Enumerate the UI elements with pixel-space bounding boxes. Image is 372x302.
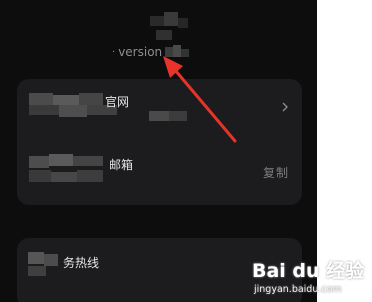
blurred-version-number <box>165 45 190 59</box>
version-label: version <box>118 45 163 59</box>
chevron-right-icon[interactable] <box>280 100 290 114</box>
watermark-brand-text: Bai du 经验 <box>252 260 365 282</box>
blurred-email-name <box>29 152 109 188</box>
email-row-label: 邮箱 <box>109 158 134 172</box>
baidu-watermark: Bai du 经验 jingyan.baidu.com <box>252 250 372 302</box>
copy-button[interactable]: 复制 <box>263 165 289 181</box>
app-version: · version <box>112 44 190 60</box>
watermark-url: jingyan.baidu.com <box>254 284 342 295</box>
watermark-brand: Bai du 经验 <box>252 256 364 283</box>
blurred-hotline-prefix <box>28 252 66 278</box>
website-row-label[interactable]: 官网 <box>105 94 129 110</box>
hotline-row-label[interactable]: 务热线 <box>63 255 99 271</box>
bullet-dot: · <box>112 46 116 58</box>
blurred-app-title <box>150 10 190 44</box>
